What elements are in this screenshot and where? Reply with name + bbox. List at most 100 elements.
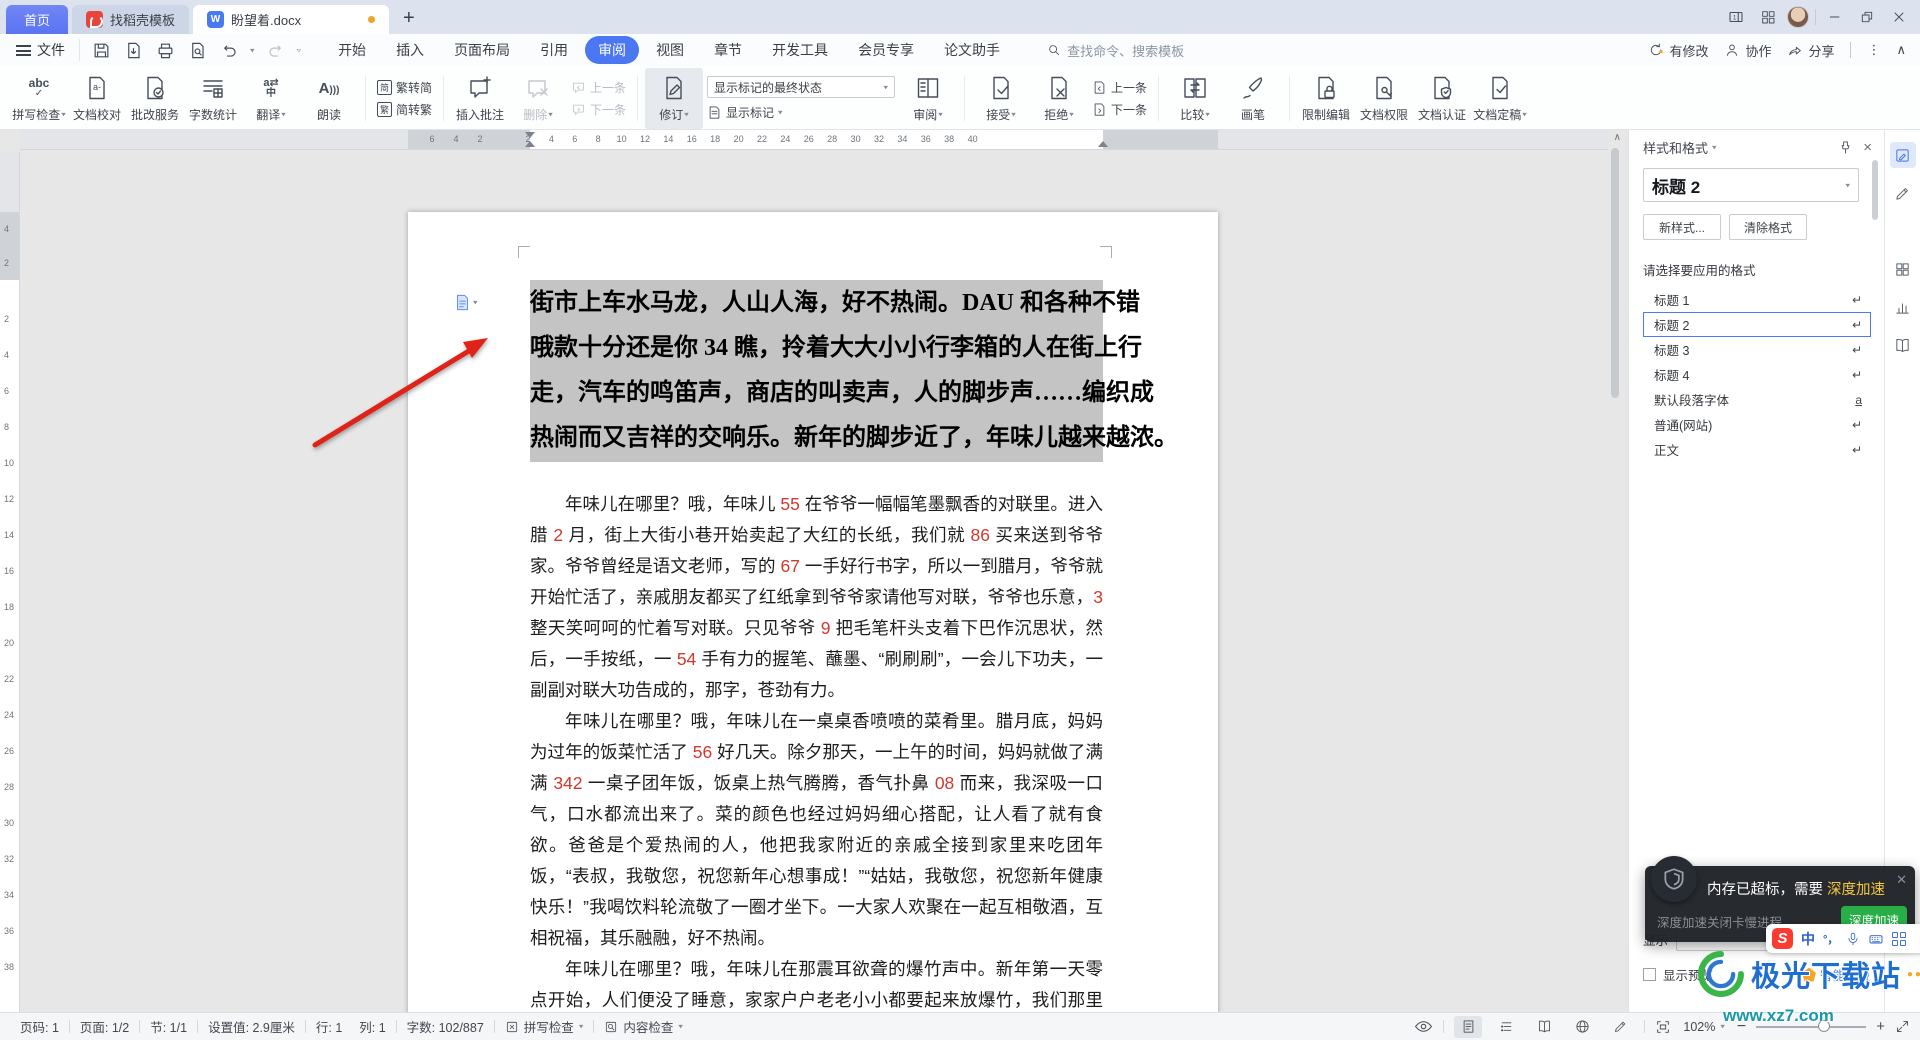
menu-tab[interactable]: 论文助手 [931,36,1013,64]
material-library-icon[interactable] [1890,256,1916,282]
read-layout-icon[interactable] [1530,1016,1558,1038]
eye-protection-icon[interactable] [1414,1017,1433,1036]
doc-finalize-button[interactable]: 文档定稿▾ [1471,68,1529,129]
style-item[interactable]: 标题 3↵ [1643,337,1871,362]
menu-tab[interactable]: 会员专享 [845,36,927,64]
close-panel-icon[interactable]: × [1863,139,1872,156]
paragraph-style-button[interactable]: ▾ [455,294,478,311]
menu-tab[interactable]: 插入 [383,36,437,64]
home-tab[interactable]: 首页 [6,5,68,34]
output-pdf-icon[interactable] [122,39,144,61]
next-change-button[interactable]: 下一条 [1092,101,1147,118]
outline-view-icon[interactable] [1492,1016,1520,1038]
translate-button[interactable]: a⇄中 翻译▾ [242,68,300,129]
proofread-button[interactable]: a- 文档校对 [68,68,126,129]
chart-tool-icon[interactable] [1890,294,1916,320]
ime-mode-toggle[interactable]: 中 [1801,929,1815,949]
menu-tab[interactable]: 开发工具 [759,36,841,64]
menu-tab[interactable]: 章节 [701,36,755,64]
minimize-button[interactable] [1822,4,1848,30]
hanging-indent-marker[interactable] [525,141,535,147]
style-item[interactable]: 普通(网站)↵ [1643,412,1871,437]
compare-button[interactable]: 比较▾ [1166,68,1224,129]
smart-typeset-link[interactable]: 智能排版 [1802,965,1870,984]
collapse-ribbon-icon[interactable]: ∧ [1896,42,1906,58]
more-menu-icon[interactable]: ⋮ [1867,42,1880,58]
customize-toolbar-caret-icon[interactable]: ▿ [297,46,302,55]
pen-tool-icon[interactable] [1890,180,1916,206]
scrollbar-thumb[interactable] [1611,148,1619,398]
word-count-button[interactable]: 字数统计 [184,68,242,129]
right-indent-marker[interactable] [1098,141,1108,147]
menu-tab[interactable]: 开始 [325,36,379,64]
apps-grid-icon[interactable] [1755,4,1781,30]
document-page[interactable]: 街市上车水马龙，人山人海，好不热闹。DAU 和各种不错哦款十分还是你 34 瞧，… [408,212,1218,1012]
popup-close-icon[interactable]: ✕ [1896,872,1907,888]
style-item[interactable]: 标题 4↵ [1643,362,1871,387]
simp-to-trad-button[interactable]: 繁简转繁 [377,101,432,118]
panel-title-caret-icon[interactable]: ▾ [1712,143,1717,152]
status-word-count[interactable]: 字数: 102/887 [397,1017,494,1036]
menu-tab[interactable]: 引用 [527,36,581,64]
restrict-editing-button[interactable]: 限制编辑 [1297,68,1355,129]
show-preview-checkbox[interactable] [1643,968,1656,981]
selected-heading-block[interactable]: 街市上车水马龙，人山人海，好不热闹。DAU 和各种不错哦款十分还是你 34 瞧，… [530,280,1103,462]
status-page-number[interactable]: 页码: 1 [10,1017,69,1036]
status-page[interactable]: 页面: 1/2 [70,1017,139,1036]
save-icon[interactable] [90,39,112,61]
markup-state-combo[interactable]: 显示标记的最终状态 ▾ [707,76,895,98]
horizontal-ruler[interactable]: 642246810121416182022242628303234363840 [20,130,1608,150]
tab-layout-icon[interactable]: 1 [1723,4,1749,30]
close-button[interactable] [1886,4,1912,30]
user-avatar[interactable] [1787,6,1809,28]
correction-service-button[interactable]: 批改服务 [126,68,184,129]
menu-tab[interactable]: 页面布局 [441,36,523,64]
accept-button[interactable]: 接受▾ [972,68,1030,129]
status-spellcheck[interactable]: 拼写检查▾ [495,1017,594,1036]
styles-format-icon[interactable] [1890,142,1916,168]
scroll-up-arrow-icon[interactable]: ∧ [1614,132,1621,143]
menu-tab[interactable]: 审阅 [585,36,639,64]
sogou-logo-icon[interactable]: S [1772,928,1793,949]
print-preview-icon[interactable] [186,39,208,61]
menu-tab[interactable]: 视图 [643,36,697,64]
reference-book-icon[interactable] [1890,332,1916,358]
mic-icon[interactable] [1846,932,1860,946]
clear-format-button[interactable]: 清除格式 [1729,214,1807,240]
restore-button[interactable] [1854,4,1880,30]
style-item[interactable]: 默认段落字体a [1643,387,1871,412]
doc-certify-button[interactable]: 文档认证 [1413,68,1471,129]
reject-button[interactable]: 拒绝▾ [1030,68,1088,129]
insert-comment-button[interactable]: 插入批注 [451,68,509,129]
write-mode-icon[interactable] [1606,1016,1634,1038]
show-markup-button[interactable]: 显示标记▾ [707,104,895,121]
spellcheck-button[interactable]: abc✓ 拼写检查▾ [10,68,68,129]
undo-caret-icon[interactable]: ▾ [250,46,255,55]
new-tab-button[interactable]: + [393,7,425,34]
undo-icon[interactable] [218,39,240,61]
ime-punctuation-toggle[interactable]: °， [1823,931,1838,947]
zoom-level[interactable]: 102% [1683,1020,1715,1034]
style-item[interactable]: 标题 1↵ [1643,287,1871,312]
body-text[interactable]: 年味儿在哪里？哦，年味儿 55 在爷爷一幅幅笔墨飘香的对联里。进入腊 2 月，街… [530,489,1103,1012]
panel-scrollbar-thumb[interactable] [1872,160,1878,220]
ink-button[interactable]: 画笔 [1224,68,1282,129]
keyboard-icon[interactable] [1868,931,1884,947]
ime-toolbox-icon[interactable] [1892,932,1906,946]
review-pane-button[interactable]: 审阅▾ [899,68,957,129]
zoom-slider-knob[interactable] [1818,1020,1830,1032]
doc-permission-button[interactable]: 文档权限 [1355,68,1413,129]
first-line-indent-marker[interactable] [525,132,535,138]
fullscreen-icon[interactable] [1895,1019,1910,1034]
document-canvas[interactable]: 街市上车水马龙，人山人海，好不热闹。DAU 和各种不错哦款十分还是你 34 瞧，… [20,152,1608,1012]
zoom-in-button[interactable]: + [1876,1018,1885,1035]
page-view-icon[interactable] [1454,1016,1482,1038]
file-menu-button[interactable]: 文件 [0,40,79,60]
style-item[interactable]: 标题 2↵ [1643,312,1871,337]
fit-page-icon[interactable] [1655,1019,1671,1035]
modified-status[interactable]: 有修改 [1648,41,1708,60]
zoom-out-button[interactable]: − [1737,1018,1746,1036]
zoom-slider[interactable] [1756,1026,1866,1028]
collaborate-button[interactable]: 协作 [1724,41,1771,60]
document-tab[interactable]: W 盼望着.docx [193,5,389,34]
